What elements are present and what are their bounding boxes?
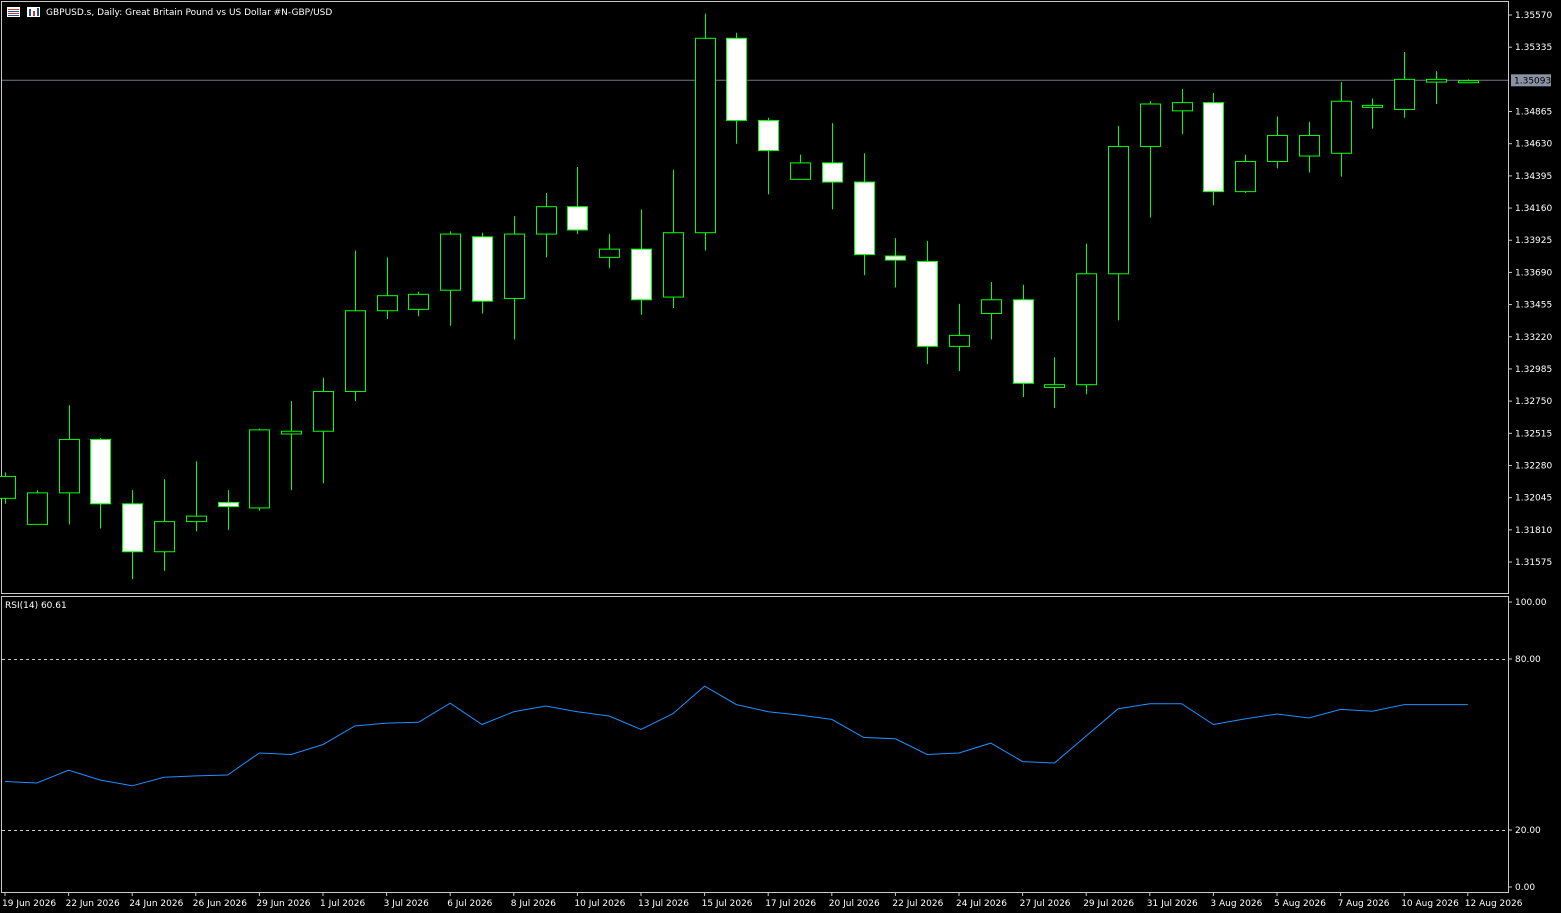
chart-window-icon[interactable] bbox=[7, 7, 20, 17]
bear-candle-body bbox=[917, 260, 938, 347]
date-tick-label: 10 Jul 2026 bbox=[574, 899, 625, 909]
price-tick-label: 1.34160 bbox=[1515, 204, 1552, 214]
date-tick-label: 22 Jun 2026 bbox=[66, 899, 120, 909]
price-tick-label: 1.35570 bbox=[1515, 11, 1552, 21]
date-tick-label: 29 Jun 2026 bbox=[256, 899, 310, 909]
bull-candle-body bbox=[1458, 80, 1479, 84]
bull-candle-body bbox=[599, 248, 620, 258]
price-tick-label: 1.32045 bbox=[1515, 494, 1552, 504]
bull-candle-body bbox=[186, 515, 207, 523]
bull-candle-body bbox=[1108, 145, 1129, 275]
rsi-tick-label: 100.00 bbox=[1515, 598, 1547, 608]
date-tick-label: 8 Jul 2026 bbox=[511, 899, 556, 909]
bull-candle-body bbox=[1076, 273, 1097, 386]
date-tick-label: 1 Jul 2026 bbox=[320, 899, 365, 909]
date-tick-label: 31 Jul 2026 bbox=[1147, 899, 1198, 909]
date-tick-label: 26 Jun 2026 bbox=[193, 899, 247, 909]
date-tick-label: 12 Aug 2026 bbox=[1465, 899, 1523, 909]
date-tick-label: 24 Jul 2026 bbox=[956, 899, 1007, 909]
price-tick-label: 1.35335 bbox=[1515, 43, 1552, 53]
price-tick-label: 1.33925 bbox=[1515, 236, 1552, 246]
bear-candle-body bbox=[631, 248, 652, 301]
price-tick-label: 1.33690 bbox=[1515, 268, 1552, 278]
bull-candle-body bbox=[695, 37, 716, 234]
bull-candle-body bbox=[0, 475, 16, 499]
bull-candle-body bbox=[440, 233, 461, 291]
bear-candle-body bbox=[567, 206, 588, 231]
date-tick-label: 13 Jul 2026 bbox=[638, 899, 689, 909]
date-tick-label: 10 Aug 2026 bbox=[1401, 899, 1459, 909]
date-tick-label: 3 Aug 2026 bbox=[1210, 899, 1262, 909]
price-tick-label: 1.34395 bbox=[1515, 172, 1552, 182]
bull-candle-body bbox=[1172, 102, 1193, 112]
rsi-tick-label: 80.00 bbox=[1515, 655, 1541, 665]
date-tick-label: 3 Jul 2026 bbox=[384, 899, 429, 909]
bull-candle-body bbox=[59, 438, 80, 494]
bear-candle-body bbox=[854, 181, 875, 256]
bear-candle-body bbox=[1203, 102, 1224, 193]
bull-candle-body bbox=[536, 206, 557, 235]
date-tick-label: 19 Jun 2026 bbox=[2, 899, 56, 909]
bull-candle-body bbox=[1044, 384, 1065, 388]
bear-candle-body bbox=[218, 501, 239, 508]
bear-candle-body bbox=[1013, 299, 1034, 384]
date-tick-label: 5 Aug 2026 bbox=[1274, 899, 1326, 909]
bear-candle-body bbox=[726, 37, 747, 121]
bull-candle-body bbox=[313, 391, 334, 432]
date-tick-label: 6 Jul 2026 bbox=[447, 899, 492, 909]
price-tick-label: 1.34865 bbox=[1515, 108, 1552, 118]
rsi-tick-label: 0.00 bbox=[1515, 883, 1535, 893]
chart-background bbox=[0, 0, 1561, 913]
date-tick-label: 24 Jun 2026 bbox=[129, 899, 183, 909]
bull-candle-body bbox=[1362, 104, 1383, 108]
date-tick-label: 22 Jul 2026 bbox=[892, 899, 943, 909]
price-tick-label: 1.31575 bbox=[1515, 558, 1552, 568]
bull-candle-body bbox=[981, 299, 1002, 314]
bull-candle-body bbox=[408, 293, 429, 310]
bull-candle-body bbox=[249, 429, 270, 509]
price-tick-label: 1.32515 bbox=[1515, 429, 1552, 439]
bear-candle-body bbox=[822, 162, 843, 183]
bull-candle-body bbox=[345, 310, 366, 393]
bull-candle-body bbox=[281, 430, 302, 435]
bear-candle-body bbox=[885, 255, 906, 261]
chart-title: GBPUSD.s, Daily: Great Britain Pound vs … bbox=[46, 8, 332, 18]
price-tick-label: 1.33455 bbox=[1515, 301, 1552, 311]
bull-candle-body bbox=[790, 162, 811, 180]
price-tick-label: 1.33220 bbox=[1515, 333, 1552, 343]
bull-candle-body bbox=[504, 233, 525, 299]
bear-candle-body bbox=[758, 119, 779, 152]
trading-chart[interactable]: GBPUSD.s, Daily: Great Britain Pound vs … bbox=[0, 0, 1561, 913]
date-tick-label: 17 Jul 2026 bbox=[765, 899, 816, 909]
price-tick-label: 1.32280 bbox=[1515, 461, 1552, 471]
price-tick-label: 1.32985 bbox=[1515, 365, 1552, 375]
bull-candle-body bbox=[949, 334, 970, 347]
bear-candle-body bbox=[90, 438, 111, 505]
price-tick-label: 1.31810 bbox=[1515, 526, 1552, 536]
bull-candle-body bbox=[1331, 100, 1352, 154]
price-tick-label: 1.34630 bbox=[1515, 140, 1552, 150]
bear-candle-body bbox=[472, 236, 493, 302]
rsi-tick-label: 20.00 bbox=[1515, 826, 1541, 836]
bull-candle-body bbox=[154, 521, 175, 553]
bull-candle-body bbox=[663, 232, 684, 298]
price-tick-label: 1.32750 bbox=[1515, 397, 1552, 407]
bull-candle-body bbox=[1299, 134, 1320, 157]
date-tick-label: 7 Aug 2026 bbox=[1338, 899, 1390, 909]
bull-candle-body bbox=[1140, 103, 1161, 147]
bull-candle-body bbox=[1426, 78, 1447, 83]
current-price-label: 1.35093 bbox=[1514, 76, 1551, 86]
date-tick-label: 27 Jul 2026 bbox=[1020, 899, 1071, 909]
bull-candle-body bbox=[1235, 161, 1256, 193]
rsi-title: RSI(14) 60.61 bbox=[5, 601, 67, 611]
bull-candle-body bbox=[377, 295, 398, 312]
bull-candle-body bbox=[1394, 78, 1415, 110]
bull-candle-body bbox=[1267, 134, 1288, 163]
bear-candle-body bbox=[122, 503, 143, 553]
bull-candle-body bbox=[27, 492, 48, 525]
date-tick-label: 20 Jul 2026 bbox=[829, 899, 880, 909]
date-tick-label: 29 Jul 2026 bbox=[1083, 899, 1134, 909]
bars-icon[interactable] bbox=[27, 7, 40, 17]
date-tick-label: 15 Jul 2026 bbox=[702, 899, 753, 909]
